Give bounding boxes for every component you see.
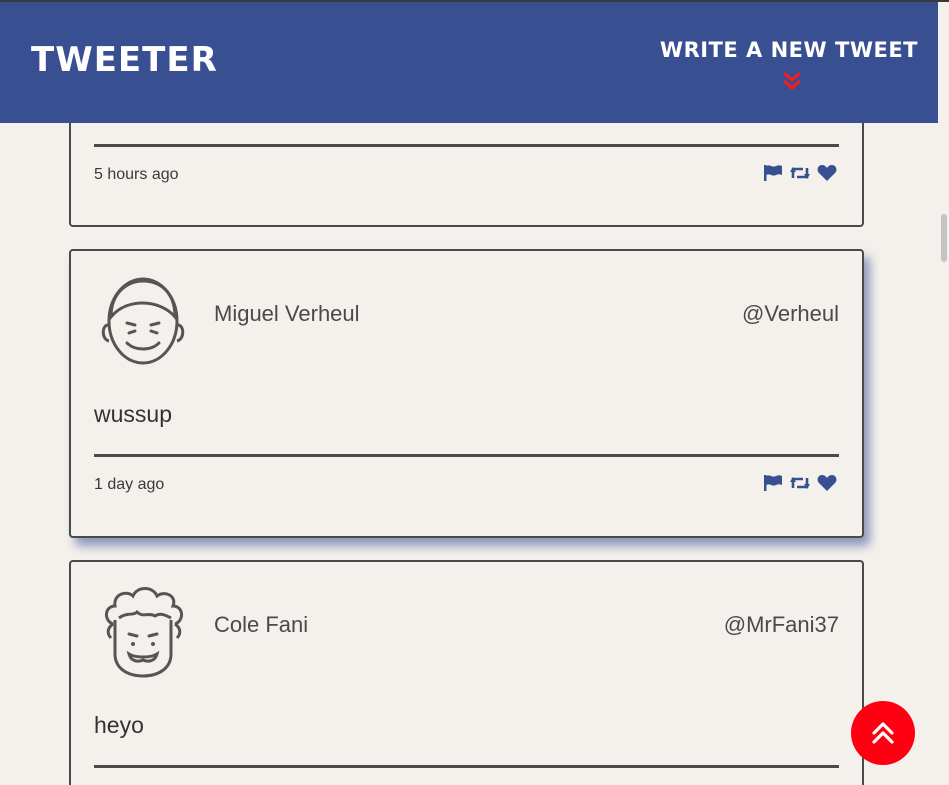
tweet-author-name: Cole Fani	[214, 612, 309, 637]
tweet-divider	[94, 454, 839, 457]
navbar: TWEETER WRITE A NEW TWEET	[0, 2, 938, 123]
scrollbar[interactable]	[938, 2, 949, 785]
scroll-to-top-button[interactable]	[851, 701, 915, 765]
retweet-icon[interactable]	[789, 474, 811, 492]
tweet-author-handle: @Verheul	[742, 301, 839, 326]
flag-icon[interactable]	[763, 164, 783, 182]
double-chevron-down-icon	[783, 71, 801, 90]
tweet-actions	[763, 164, 837, 182]
tweet-divider	[94, 144, 839, 147]
tweet-author-name: Miguel Verheul	[214, 301, 360, 326]
retweet-icon[interactable]	[789, 164, 811, 182]
tweet-actions	[763, 474, 837, 492]
tweet-author-handle: @MrFani37	[723, 612, 839, 637]
avatar	[101, 277, 185, 365]
flag-icon[interactable]	[763, 474, 783, 492]
double-chevron-up-icon	[872, 722, 894, 744]
tweet-card: Cole Fani @MrFani37 heyo	[69, 560, 864, 785]
tweet-content: wussup	[94, 401, 172, 427]
heart-icon[interactable]	[817, 474, 837, 492]
tweet-timestamp: 5 hours ago	[94, 166, 179, 183]
tweet-content: heyo	[94, 712, 144, 738]
brand-logo[interactable]: TWEETER	[31, 40, 218, 80]
heart-icon[interactable]	[817, 164, 837, 182]
avatar	[105, 587, 183, 678]
write-new-tweet-button[interactable]: WRITE A NEW TWEET	[658, 38, 918, 90]
tweet-timestamp: 1 day ago	[94, 476, 165, 493]
write-new-tweet-label: WRITE A NEW TWEET	[659, 38, 918, 62]
tweet-card: Miguel Verheul @Verheul wussup 1 day ago	[69, 249, 864, 538]
scrollbar-thumb[interactable]	[941, 214, 947, 262]
tweet-divider	[94, 765, 839, 768]
window-top-border	[0, 0, 949, 2]
